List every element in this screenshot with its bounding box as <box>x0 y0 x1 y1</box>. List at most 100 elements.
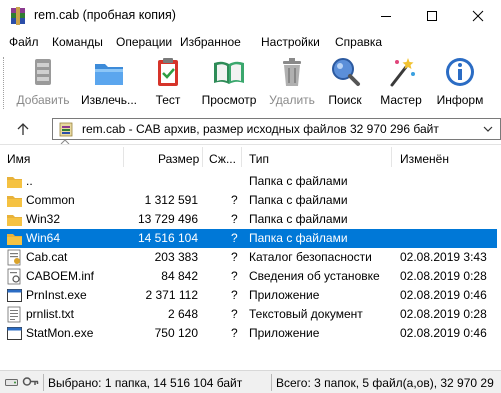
file-name: .. <box>26 174 33 188</box>
path-text: rem.cab - CAB архив, размер исходных фай… <box>82 122 439 136</box>
chevron-down-icon[interactable] <box>482 123 494 135</box>
file-packed: ? <box>231 326 238 340</box>
test-button[interactable]: Тест <box>137 53 199 113</box>
column-divider[interactable] <box>241 147 242 167</box>
file-row[interactable]: Win32 13 729 496? Папка с файлами <box>0 210 497 229</box>
info-label: Информ <box>436 93 484 107</box>
clipboard-check-icon <box>158 58 178 86</box>
exe-icon <box>7 289 22 302</box>
file-name: Win32 <box>26 212 61 226</box>
view-label: Просмотр <box>201 93 257 107</box>
title-bar: rem.cab (пробная копия) <box>0 0 501 32</box>
menu-file[interactable]: Файл <box>9 35 39 49</box>
file-modified: 02.08.2019 0:46 <box>400 326 487 340</box>
status-bar: Выбрано: 1 папка, 14 516 104 байт Всего:… <box>0 370 501 393</box>
trash-icon <box>283 58 301 86</box>
file-name: PrnInst.exe <box>26 288 87 302</box>
column-modified-header[interactable]: Изменён <box>400 152 449 166</box>
minimize-button[interactable] <box>363 0 409 32</box>
folder-icon <box>7 234 22 245</box>
status-totals: Всего: 3 папок, 5 файл(а,ов), 32 970 29 <box>276 376 494 390</box>
file-row[interactable]: Cab.cat 203 383? Каталог безопасности 02.08… <box>0 248 497 267</box>
column-name-header[interactable]: Имя <box>7 152 30 166</box>
file-name: StatMon.exe <box>26 326 94 340</box>
file-type: Папка с файлами <box>249 193 348 207</box>
key-icon[interactable] <box>22 375 39 388</box>
file-type: Текстовый документ <box>249 307 363 321</box>
file-type: Папка с файлами <box>249 212 348 226</box>
file-row[interactable]: .. Папка с файлами <box>0 172 497 191</box>
file-size: 2 371 112 <box>145 288 199 302</box>
column-divider[interactable] <box>123 147 124 167</box>
wizard-button[interactable]: Мастер <box>370 53 432 113</box>
file-type: Папка с файлами <box>249 231 348 245</box>
folder-extract-icon <box>95 64 123 85</box>
file-size: 2 648 <box>167 307 198 321</box>
column-type-header[interactable]: Тип <box>249 152 269 166</box>
test-label: Тест <box>155 93 181 107</box>
column-packed-header[interactable]: Сж... <box>209 152 236 166</box>
magic-wand-icon <box>390 58 415 87</box>
info-button[interactable]: Информ <box>429 53 491 113</box>
file-name: CABOEM.inf <box>26 269 95 283</box>
path-bar: rem.cab - CAB архив, размер исходных фай… <box>0 116 501 142</box>
horizontal-scrollbar[interactable] <box>0 351 501 368</box>
menu-settings[interactable]: Настройки <box>261 35 320 49</box>
status-divider <box>43 374 44 391</box>
file-row[interactable]: Common 1 312 591? Папка с файлами <box>0 191 497 210</box>
find-button[interactable]: Поиск <box>314 53 376 113</box>
archive-file-icon <box>59 122 73 137</box>
file-row[interactable]: CABOEM.inf 84 842? Сведения об установке 02… <box>0 267 497 286</box>
file-size: 84 842 <box>161 269 198 283</box>
close-icon <box>472 10 484 22</box>
extract-button[interactable]: Извлечь... <box>78 53 140 113</box>
file-name: Common <box>26 193 75 207</box>
file-packed: ? <box>231 250 238 264</box>
status-divider <box>271 374 272 391</box>
file-list[interactable]: Имя Размер Сж... Тип Изменён .. Папка с ф… <box>0 144 501 370</box>
file-modified: 02.08.2019 0:28 <box>400 269 487 283</box>
up-level-button[interactable] <box>12 119 34 139</box>
file-type: Приложение <box>249 326 320 340</box>
file-type: Папка с файлами <box>249 174 348 188</box>
file-row[interactable]: StatMon.exe 750 120? Приложение 02.08.2019 … <box>0 324 497 343</box>
archive-books-icon <box>35 59 51 85</box>
close-button[interactable] <box>455 0 501 32</box>
file-name: Win64 <box>26 231 61 245</box>
menu-bar: Файл Команды Операции Избранное Настройк… <box>0 32 501 52</box>
drive-icon[interactable] <box>5 376 18 388</box>
file-packed: ? <box>231 288 238 302</box>
find-label: Поиск <box>328 93 362 107</box>
window-title: rem.cab (пробная копия) <box>34 8 176 22</box>
file-row[interactable]: PrnInst.exe 2 371 112? Приложение 02.08.201… <box>0 286 497 305</box>
toolbar-grip[interactable] <box>3 57 6 109</box>
path-field[interactable]: rem.cab - CAB архив, размер исходных фай… <box>52 118 501 140</box>
status-selection: Выбрано: 1 папка, 14 516 104 байт <box>48 376 243 390</box>
file-packed: ? <box>231 231 238 245</box>
menu-help[interactable]: Справка <box>335 35 382 49</box>
winrar-app-icon <box>11 7 25 25</box>
maximize-button[interactable] <box>409 0 455 32</box>
menu-operations[interactable]: Операции <box>116 35 172 49</box>
file-size: 203 383 <box>154 250 198 264</box>
file-size: 14 516 104 <box>137 231 198 245</box>
add-button[interactable]: Добавить <box>12 53 74 113</box>
file-modified: 02.08.2019 0:28 <box>400 307 487 321</box>
folder-up-icon <box>7 177 22 188</box>
catalog-icon <box>7 249 21 266</box>
file-row[interactable]: Win64 14 516 104? Папка с файлами <box>0 229 497 248</box>
folder-icon <box>7 215 22 226</box>
view-button[interactable]: Просмотр <box>198 53 260 113</box>
add-label: Добавить <box>16 93 70 107</box>
file-row[interactable]: prnlist.txt 2 648? Текстовый документ 02.08… <box>0 305 497 324</box>
column-divider[interactable] <box>391 147 392 167</box>
menu-commands[interactable]: Команды <box>52 35 103 49</box>
column-size-header[interactable]: Размер <box>158 152 199 166</box>
wizard-label: Мастер <box>380 93 422 107</box>
file-packed: ? <box>231 307 238 321</box>
column-divider[interactable] <box>202 147 203 167</box>
file-modified: 02.08.2019 3:43 <box>400 250 487 264</box>
file-size: 13 729 496 <box>137 212 198 226</box>
menu-favorites[interactable]: Избранное <box>180 35 241 49</box>
maximize-icon <box>427 11 437 21</box>
